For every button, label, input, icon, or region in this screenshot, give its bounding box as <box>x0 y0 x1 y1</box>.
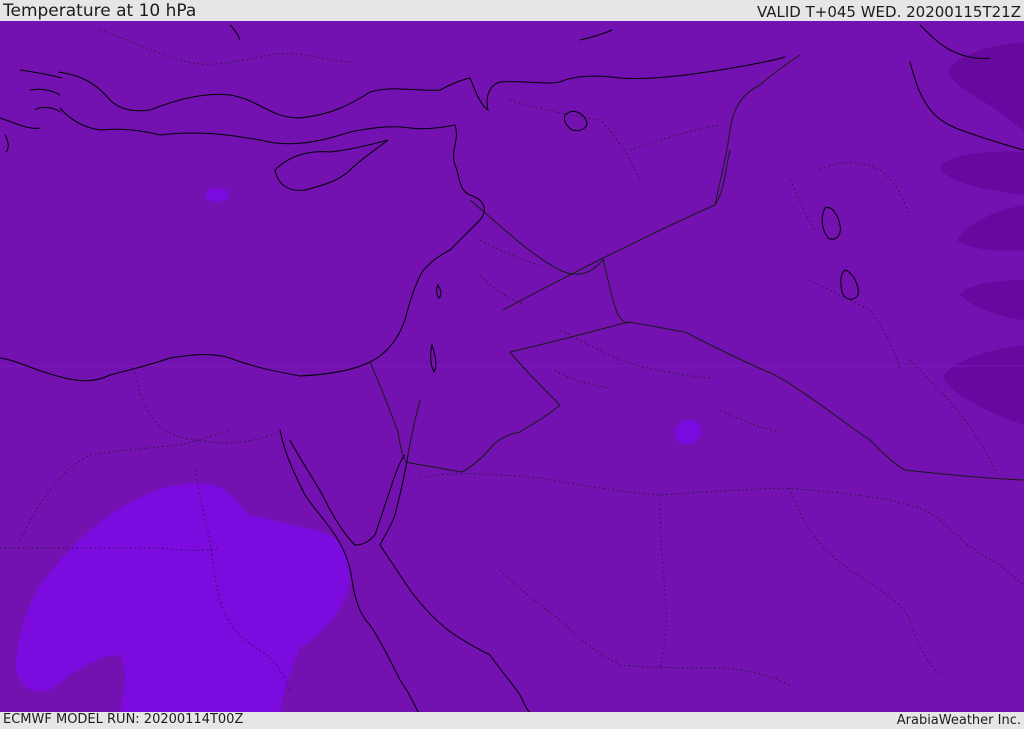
warm-spot-sea <box>205 188 229 202</box>
temperature-map <box>0 21 1024 712</box>
weather-map-viewer: Temperature at 10 hPa VALID T+045 WED. 2… <box>0 0 1024 729</box>
header-bar: Temperature at 10 hPa VALID T+045 WED. 2… <box>0 0 1024 21</box>
map-title: Temperature at 10 hPa <box>3 1 197 21</box>
footer-bar: ECMWF MODEL RUN: 20200114T00Z ArabiaWeat… <box>0 712 1024 729</box>
model-run-label: ECMWF MODEL RUN: 20200114T00Z <box>3 712 244 727</box>
credit-label: ArabiaWeather Inc. <box>896 713 1021 728</box>
map-canvas <box>0 21 1024 712</box>
valid-time-label: VALID T+045 WED. 20200115T21Z <box>756 3 1021 21</box>
